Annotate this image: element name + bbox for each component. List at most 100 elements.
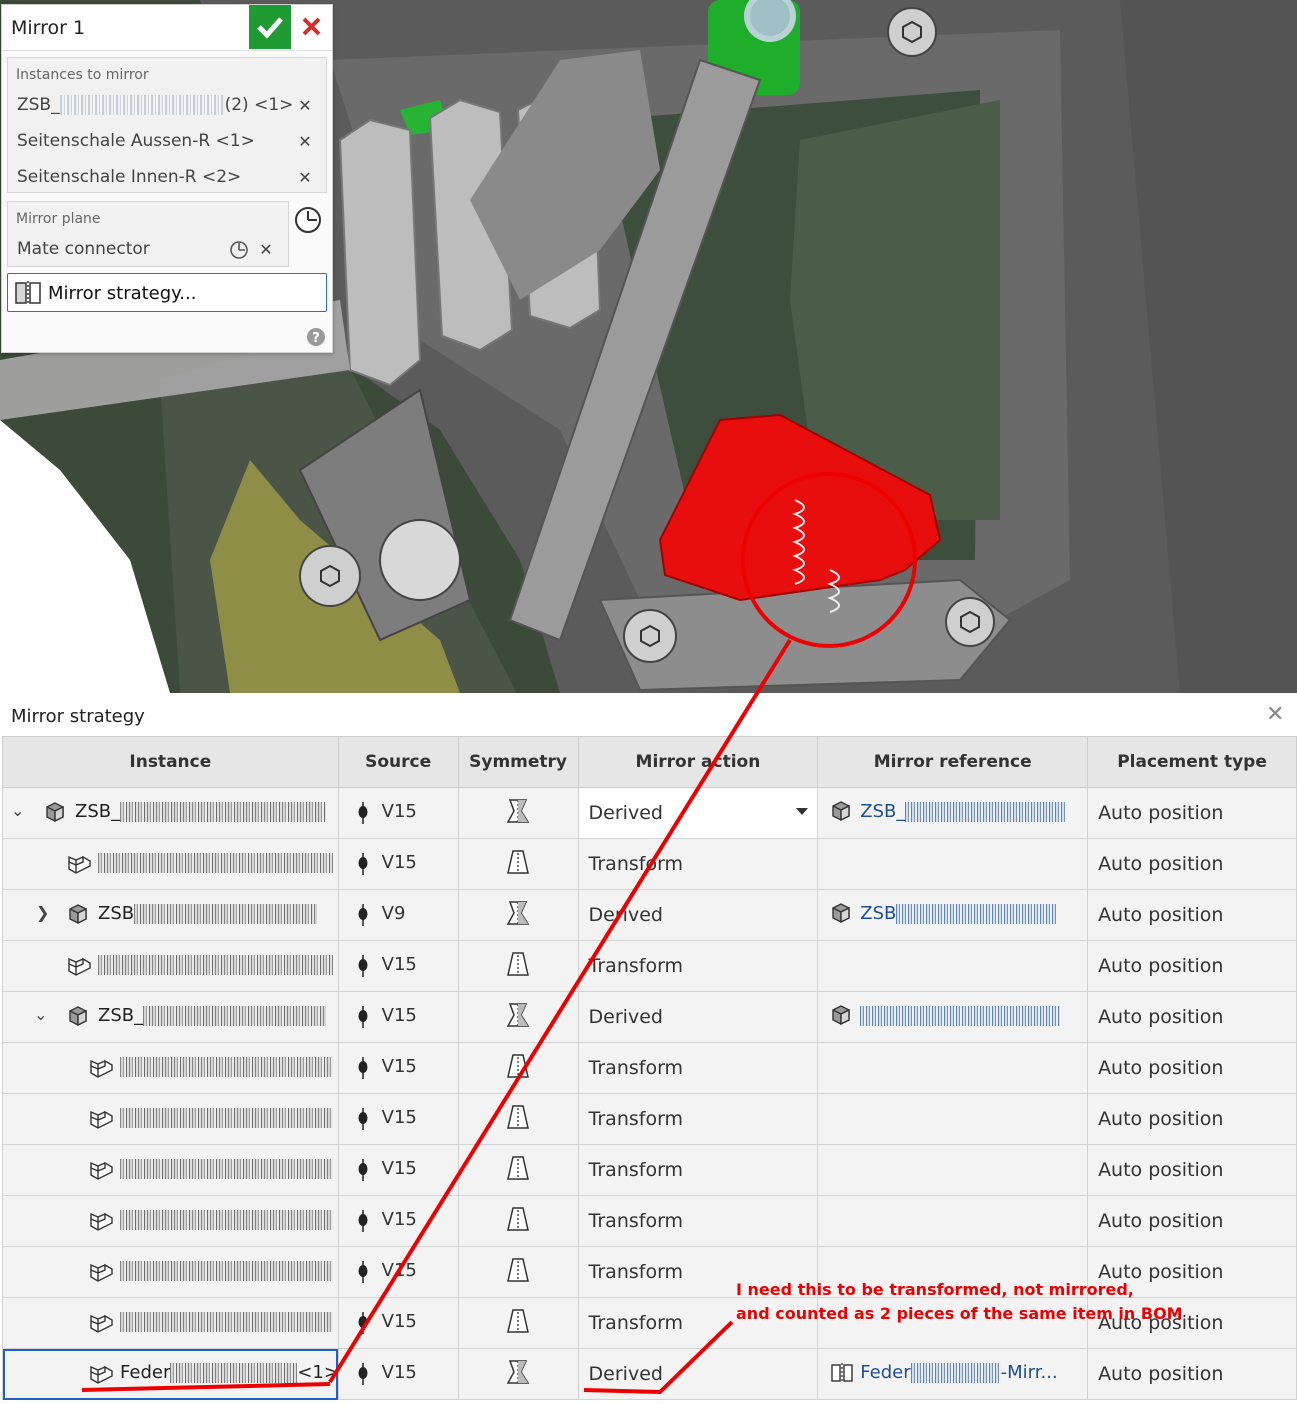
table-row[interactable]: V15 Transform Auto position xyxy=(2,838,1297,890)
remove-instance-icon[interactable]: ✕ xyxy=(297,132,313,151)
table-row[interactable]: Feder <1> V15 Derived Feder -Mirr... Auto posi… xyxy=(2,1348,1297,1400)
symmetry-cell[interactable] xyxy=(457,1144,579,1196)
mirror-action-cell[interactable]: Transform xyxy=(577,1042,819,1094)
instance-name: Feder xyxy=(120,1362,171,1383)
placement-type-cell[interactable]: Auto position xyxy=(1087,940,1297,992)
mirror-reference-cell[interactable]: Feder -Mirr... xyxy=(817,1348,1089,1400)
placement-type-cell[interactable]: Auto position xyxy=(1087,838,1297,890)
placement-type-cell[interactable]: Auto position xyxy=(1087,1348,1297,1400)
mirror-reference-cell[interactable] xyxy=(817,991,1089,1043)
mirror-action-cell[interactable]: Transform xyxy=(577,940,819,992)
table-row[interactable]: V15 Transform Auto position xyxy=(2,940,1297,992)
symmetry-cell[interactable] xyxy=(457,787,579,839)
instance-name-prefix: ZSB_ xyxy=(17,95,60,115)
mirror-action-cell[interactable]: Transform xyxy=(577,1195,819,1247)
mate-connector-icon[interactable] xyxy=(229,240,249,260)
symmetry-cell[interactable] xyxy=(457,991,579,1043)
mirror-plane-field[interactable]: Mirror plane Mate connector ✕ xyxy=(7,201,289,267)
placement-type-cell[interactable]: Auto position xyxy=(1087,1042,1297,1094)
redacted-text xyxy=(98,853,333,873)
mate-connector-create-icon[interactable] xyxy=(293,205,323,235)
placement-type-cell[interactable]: Auto position xyxy=(1087,787,1297,839)
symmetry-cell[interactable] xyxy=(457,1246,579,1298)
mirror-reference-cell[interactable] xyxy=(817,838,1089,890)
instance-cell[interactable] xyxy=(2,1195,339,1247)
instance-cell[interactable] xyxy=(2,1144,339,1196)
mirror-action-cell[interactable]: Derived xyxy=(577,787,819,839)
symmetry-cell[interactable] xyxy=(457,1195,579,1247)
remove-instance-icon[interactable]: ✕ xyxy=(297,168,313,187)
version-pin-icon xyxy=(358,1057,368,1079)
mirror-action-cell[interactable]: Derived xyxy=(577,889,819,941)
cancel-button[interactable] xyxy=(291,5,332,49)
part-icon xyxy=(68,957,91,976)
placement-type-cell[interactable]: Auto position xyxy=(1087,1195,1297,1247)
table-row[interactable]: V15 Transform Auto position xyxy=(2,1144,1297,1196)
mirror-action-cell[interactable]: Derived xyxy=(577,1348,819,1400)
mirror-action-value: Derived xyxy=(588,1006,663,1028)
dialog-close-icon[interactable]: ✕ xyxy=(1266,702,1284,727)
dropdown-caret-icon[interactable] xyxy=(796,808,809,815)
instance-cell[interactable] xyxy=(2,940,339,992)
mirror-reference-cell[interactable] xyxy=(817,1144,1089,1196)
column-header-source[interactable]: Source xyxy=(337,736,459,788)
placement-type-cell[interactable]: Auto position xyxy=(1087,889,1297,941)
table-row[interactable]: ❯ ZSB V9 Derived ZSB Auto position xyxy=(2,889,1297,941)
collapse-chevron-icon[interactable]: ⌄ xyxy=(11,801,24,820)
instance-cell[interactable]: ⌄ ZSB_ xyxy=(2,991,339,1043)
instance-item[interactable]: Seitenschale Innen-R <2> xyxy=(17,167,241,187)
table-row[interactable]: ⌄ ZSB_ V15 Derived Auto position xyxy=(2,991,1297,1043)
symmetry-cell[interactable] xyxy=(457,838,579,890)
instance-cell[interactable] xyxy=(2,838,339,890)
instance-cell[interactable]: Feder <1> xyxy=(2,1348,339,1400)
instance-cell[interactable] xyxy=(2,1093,339,1145)
mirror-reference-cell[interactable]: ZSB xyxy=(817,889,1089,941)
mirror-reference-cell[interactable] xyxy=(817,1093,1089,1145)
symmetry-cell[interactable] xyxy=(457,1042,579,1094)
symmetry-cell[interactable] xyxy=(457,889,579,941)
mirror-strategy-button[interactable]: Mirror strategy... xyxy=(7,273,327,312)
symmetry-cell[interactable] xyxy=(457,1297,579,1349)
column-header-mirror-reference[interactable]: Mirror reference xyxy=(817,736,1089,788)
table-row[interactable]: V15 Transform Auto position xyxy=(2,1195,1297,1247)
instance-cell[interactable]: ⌄ ZSB_ xyxy=(2,787,339,839)
mirrored-part-icon xyxy=(831,1363,853,1383)
mirror-action-cell[interactable]: Transform xyxy=(577,1144,819,1196)
collapse-chevron-icon[interactable]: ⌄ xyxy=(34,1005,47,1024)
instances-to-mirror-field[interactable]: Instances to mirror ZSB_ (2) <1> ✕ Seiten… xyxy=(7,57,327,193)
mirror-reference-cell[interactable]: ZSB_ xyxy=(817,787,1089,839)
mirror-action-cell[interactable]: Transform xyxy=(577,838,819,890)
table-row[interactable]: ⌄ ZSB_ V15 Derived ZSB_ Auto position xyxy=(2,787,1297,839)
mirror-reference-cell[interactable] xyxy=(817,940,1089,992)
symmetry-cell[interactable] xyxy=(457,940,579,992)
instance-item[interactable]: ZSB_ (2) <1> xyxy=(17,95,293,115)
accept-button[interactable] xyxy=(249,5,291,49)
instance-cell[interactable] xyxy=(2,1297,339,1349)
symmetry-cell[interactable] xyxy=(457,1093,579,1145)
table-row[interactable]: V15 Transform Auto position xyxy=(2,1042,1297,1094)
instance-name-suffix: (2) <1> xyxy=(224,95,294,115)
instance-cell[interactable] xyxy=(2,1246,339,1298)
mirror-action-cell[interactable]: Transform xyxy=(577,1093,819,1145)
column-header-symmetry[interactable]: Symmetry xyxy=(457,736,579,788)
help-icon[interactable]: ? xyxy=(306,327,326,347)
remove-instance-icon[interactable]: ✕ xyxy=(297,96,313,115)
symmetry-cell[interactable] xyxy=(457,1348,579,1400)
column-header-placement-type[interactable]: Placement type xyxy=(1087,736,1297,788)
column-header-instance[interactable]: Instance xyxy=(2,736,339,788)
expand-chevron-icon[interactable]: ❯ xyxy=(36,903,49,922)
table-row[interactable]: V15 Transform Auto position xyxy=(2,1093,1297,1145)
mirror-reference-cell[interactable] xyxy=(817,1195,1089,1247)
source-cell: V15 xyxy=(337,1246,459,1298)
clear-mirror-plane-icon[interactable]: ✕ xyxy=(258,240,274,259)
source-version: V15 xyxy=(381,1005,417,1026)
instance-cell[interactable]: ❯ ZSB xyxy=(2,889,339,941)
mirror-action-cell[interactable]: Derived xyxy=(577,991,819,1043)
instance-item[interactable]: Seitenschale Aussen-R <1> xyxy=(17,131,255,151)
placement-type-cell[interactable]: Auto position xyxy=(1087,991,1297,1043)
mirror-reference-cell[interactable] xyxy=(817,1042,1089,1094)
column-header-mirror-action[interactable]: Mirror action xyxy=(577,736,819,788)
instance-cell[interactable] xyxy=(2,1042,339,1094)
placement-type-cell[interactable]: Auto position xyxy=(1087,1093,1297,1145)
placement-type-cell[interactable]: Auto position xyxy=(1087,1144,1297,1196)
